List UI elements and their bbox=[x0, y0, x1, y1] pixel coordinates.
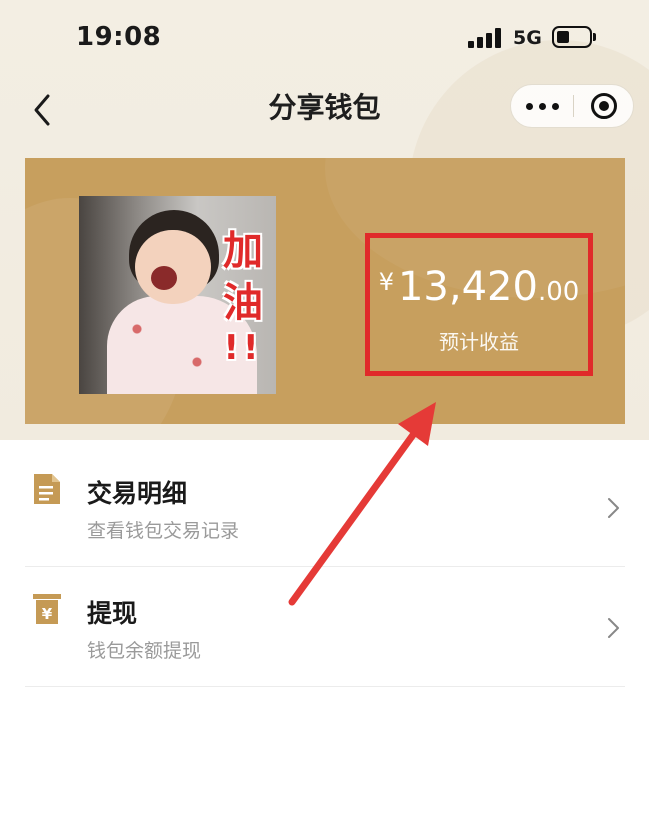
list-item-title: 提现 bbox=[87, 599, 138, 628]
earnings-amount: ¥13,420.00 bbox=[370, 264, 588, 310]
header-area: 19:08 5G 分享钱包 加 油 !! ¥ 13,420.00 预计收益 bbox=[0, 0, 649, 440]
close-miniprogram-button[interactable] bbox=[574, 85, 634, 127]
wallet-card: 加 油 !! ¥13,420.00 预计收益 bbox=[25, 158, 625, 424]
signal-icon bbox=[468, 28, 504, 48]
list-item-title: 交易明细 bbox=[87, 479, 188, 508]
currency-symbol: ¥ bbox=[378, 268, 394, 296]
meme-caption: !! bbox=[223, 328, 263, 368]
svg-text:¥: ¥ bbox=[42, 605, 53, 623]
meme-caption: 油 bbox=[223, 280, 263, 326]
meme-caption: 加 bbox=[223, 228, 263, 274]
status-time: 19:08 bbox=[76, 22, 162, 52]
battery-icon bbox=[552, 26, 592, 48]
withdraw-icon: ¥ bbox=[33, 594, 61, 624]
list-divider bbox=[25, 686, 625, 687]
more-dots-icon bbox=[525, 102, 533, 110]
document-icon bbox=[34, 474, 60, 504]
network-type: 5G bbox=[513, 27, 542, 49]
earnings-highlight: ¥13,420.00 预计收益 bbox=[365, 233, 593, 376]
amount-decimal: .00 bbox=[537, 277, 580, 307]
amount-integer: 13,420 bbox=[397, 264, 538, 310]
list-item-subtitle: 钱包余额提现 bbox=[87, 640, 202, 662]
list-item-transactions[interactable]: 交易明细 查看钱包交易记录 bbox=[0, 448, 649, 568]
chevron-right-icon bbox=[608, 618, 619, 638]
meme-image: 加 油 !! bbox=[79, 196, 276, 394]
more-button[interactable] bbox=[511, 85, 573, 127]
battery-tip bbox=[593, 33, 596, 41]
chevron-right-icon bbox=[608, 498, 619, 518]
list-item-withdraw[interactable]: ¥ 提现 钱包余额提现 bbox=[0, 568, 649, 688]
list-item-subtitle: 查看钱包交易记录 bbox=[87, 520, 240, 542]
mini-program-capsule bbox=[510, 84, 634, 128]
earnings-label: 预计收益 bbox=[439, 330, 519, 354]
list-divider bbox=[25, 566, 625, 567]
